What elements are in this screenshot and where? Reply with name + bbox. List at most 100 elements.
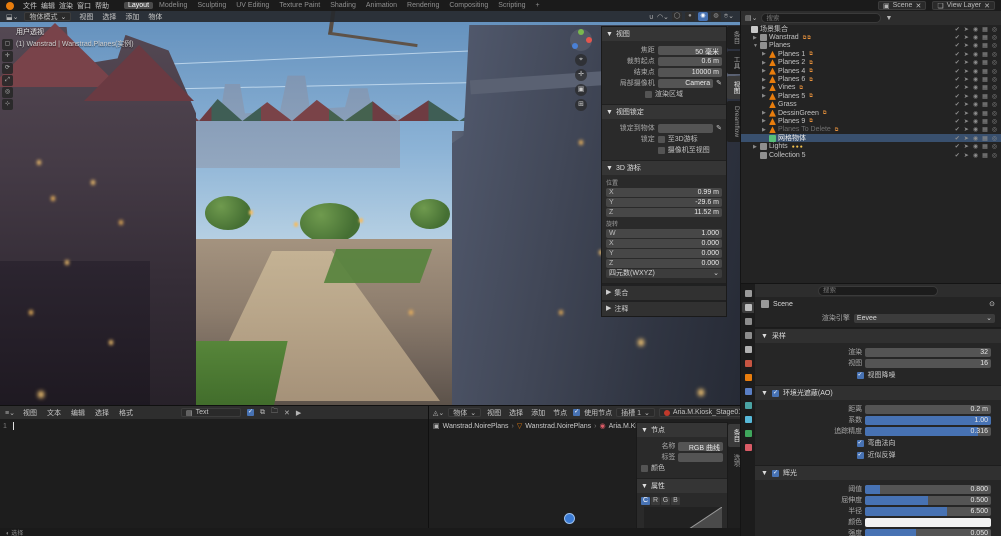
render-engine-dropdown[interactable]: Eevee⌄ bbox=[854, 314, 995, 323]
shader-menu-item[interactable]: 视图 bbox=[485, 408, 503, 418]
outliner-row[interactable]: ▶ Planes 1 ⧉ ✔ ➤ ◉ ▦ ◎ bbox=[741, 50, 1001, 58]
lock-object-picker[interactable] bbox=[658, 124, 713, 133]
node-label-field[interactable] bbox=[678, 453, 723, 462]
tool-button[interactable]: ▢ bbox=[2, 39, 13, 50]
exclude-checkbox-icon[interactable]: ✔ bbox=[955, 110, 960, 117]
shading-rendered-button[interactable]: ◍ bbox=[711, 12, 721, 21]
value-slider[interactable]: 0.500 bbox=[865, 496, 991, 505]
value-slider[interactable]: 0.2 m bbox=[865, 405, 991, 414]
viewport-disable-icon[interactable]: ▦ bbox=[982, 93, 988, 100]
expand-caret[interactable]: ▶ bbox=[753, 144, 760, 150]
viewport-disable-icon[interactable]: ▦ bbox=[982, 143, 988, 150]
text-menu-item[interactable]: 选择 bbox=[93, 408, 111, 418]
render-disable-icon[interactable]: ◎ bbox=[992, 152, 997, 159]
hide-eye-icon[interactable]: ◉ bbox=[973, 84, 978, 91]
workspace-tab[interactable]: + bbox=[532, 2, 544, 9]
selectable-icon[interactable]: ➤ bbox=[964, 101, 969, 108]
outliner-row[interactable]: ▼ Planes ✔ ➤ ◉ ▦ ◎ bbox=[741, 42, 1001, 50]
visibility-toggles[interactable]: ✔ ➤ ◉ ▦ ◎ bbox=[955, 126, 1001, 133]
selectable-icon[interactable]: ➤ bbox=[964, 26, 969, 33]
visibility-toggles[interactable]: ✔ ➤ ◉ ▦ ◎ bbox=[955, 110, 1001, 117]
hide-eye-icon[interactable]: ◉ bbox=[973, 34, 978, 41]
outliner-row[interactable]: ▶ Planes 2 ⧉ ✔ ➤ ◉ ▦ ◎ bbox=[741, 59, 1001, 67]
hide-eye-icon[interactable]: ◉ bbox=[973, 152, 978, 159]
shading-solid-button[interactable]: ● bbox=[685, 12, 695, 21]
viewport-menu-item[interactable]: 添加 bbox=[123, 12, 141, 22]
visibility-toggles[interactable]: ✔ ➤ ◉ ▦ ◎ bbox=[955, 42, 1001, 49]
selectable-icon[interactable]: ➤ bbox=[964, 143, 969, 150]
close-icon[interactable]: ✕ bbox=[984, 2, 990, 10]
axis-y-dot[interactable] bbox=[578, 29, 584, 35]
eyedropper-icon[interactable]: ✎ bbox=[716, 124, 722, 132]
visibility-toggles[interactable]: ✔ ➤ ◉ ▦ ◎ bbox=[955, 76, 1001, 83]
render-disable-icon[interactable]: ◎ bbox=[992, 101, 997, 108]
render-disable-icon[interactable]: ◎ bbox=[992, 126, 997, 133]
visibility-toggles[interactable]: ✔ ➤ ◉ ▦ ◎ bbox=[955, 34, 1001, 41]
view-lock-panel-header[interactable]: ▼ 视图锁定 bbox=[602, 105, 726, 119]
navigation-gizmo[interactable] bbox=[570, 29, 592, 51]
outliner-row[interactable]: ▶ DessinGreen ⧉ ✔ ➤ ◉ ▦ ◎ bbox=[741, 109, 1001, 117]
material-datablock[interactable]: Aria.M.Kiosk_Stage01 ✕ bbox=[659, 408, 740, 417]
editor-type-icon[interactable]: ⬓⌄ bbox=[6, 13, 18, 21]
viewport-disable-icon[interactable]: ▦ bbox=[982, 34, 988, 41]
pin-icon[interactable]: ⊙ bbox=[989, 300, 995, 308]
exclude-checkbox-icon[interactable]: ✔ bbox=[955, 51, 960, 58]
render-disable-icon[interactable]: ◎ bbox=[992, 34, 997, 41]
value-slider[interactable]: 6.500 bbox=[865, 507, 991, 516]
workspace-tab[interactable]: Sculpting bbox=[193, 2, 230, 9]
curve-channel-button[interactable]: G bbox=[661, 497, 670, 505]
hide-eye-icon[interactable]: ◉ bbox=[973, 126, 978, 133]
selectable-icon[interactable]: ➤ bbox=[964, 34, 969, 41]
workspace-tab[interactable]: Texture Paint bbox=[275, 2, 324, 9]
text-menu-item[interactable]: 视图 bbox=[21, 408, 39, 418]
workspace-tab[interactable]: Layout bbox=[124, 2, 153, 9]
curve-channel-button[interactable]: C bbox=[641, 497, 650, 505]
outliner-item-label[interactable]: Planes 2 bbox=[778, 59, 805, 66]
selectable-icon[interactable]: ➤ bbox=[964, 42, 969, 49]
app-menu-item[interactable]: 文件 bbox=[21, 3, 39, 10]
use-nodes-checkbox[interactable] bbox=[573, 409, 580, 416]
render-disable-icon[interactable]: ◎ bbox=[992, 110, 997, 117]
tool-button[interactable]: ✛ bbox=[2, 51, 13, 62]
outliner-row[interactable]: ▶ Planes 5 ⧉ ✔ ➤ ◉ ▦ ◎ bbox=[741, 92, 1001, 100]
hide-eye-icon[interactable]: ◉ bbox=[973, 26, 978, 33]
outliner-search-input[interactable] bbox=[761, 13, 881, 23]
viewport-disable-icon[interactable]: ▦ bbox=[982, 135, 988, 142]
outliner-item-label[interactable]: 场景集合 bbox=[760, 24, 788, 34]
expand-caret[interactable]: ▶ bbox=[762, 51, 769, 57]
render-region-checkbox[interactable] bbox=[645, 91, 652, 98]
selectable-icon[interactable]: ➤ bbox=[964, 51, 969, 58]
selectable-icon[interactable]: ➤ bbox=[964, 84, 969, 91]
ao-panel-header[interactable]: ▼ 环境光遮蔽(AO) bbox=[755, 385, 1001, 400]
outliner-item-label[interactable]: Planes 5 bbox=[778, 93, 805, 100]
expand-caret[interactable]: ▶ bbox=[762, 77, 769, 83]
breadcrumb-data[interactable]: Wanstrad.NoirePlans bbox=[525, 423, 591, 430]
visibility-toggles[interactable]: ✔ ➤ ◉ ▦ ◎ bbox=[955, 118, 1001, 125]
selectable-icon[interactable]: ➤ bbox=[964, 110, 969, 117]
expand-caret[interactable]: ▶ bbox=[762, 93, 769, 99]
snap-magnet-icon[interactable]: ∪ bbox=[649, 13, 654, 21]
value-field[interactable]: 32 bbox=[865, 348, 991, 357]
properties-tab[interactable] bbox=[742, 358, 754, 369]
visibility-toggles[interactable]: ✔ ➤ ◉ ▦ ◎ bbox=[955, 135, 1001, 142]
bloom-panel-header[interactable]: ▼ 辉光 bbox=[755, 465, 1001, 480]
outliner-item-label[interactable]: Grass bbox=[778, 101, 797, 108]
viewport-menu-item[interactable]: 视图 bbox=[77, 12, 95, 22]
selectable-icon[interactable]: ➤ bbox=[964, 152, 969, 159]
expand-caret[interactable]: ▼ bbox=[753, 43, 760, 49]
selectable-icon[interactable]: ➤ bbox=[964, 135, 969, 142]
overlays-icon[interactable]: ⌾⌄ bbox=[724, 12, 734, 21]
hide-eye-icon[interactable]: ◉ bbox=[973, 143, 978, 150]
axis-value-field[interactable]: X0.99 m bbox=[606, 188, 722, 197]
axis-value-field[interactable]: X0.000 bbox=[606, 239, 722, 248]
scene-selector[interactable]: ▣ Scene ✕ bbox=[878, 1, 926, 10]
viewport-disable-icon[interactable]: ▦ bbox=[982, 26, 988, 33]
value-field[interactable]: 10000 m bbox=[658, 68, 722, 77]
hide-eye-icon[interactable]: ◉ bbox=[973, 59, 978, 66]
close-icon[interactable]: ✕ bbox=[915, 2, 921, 10]
bloom-enable-checkbox[interactable] bbox=[772, 470, 779, 477]
axis-value-field[interactable]: Y-29.6 m bbox=[606, 198, 722, 207]
tool-button[interactable]: ⟳ bbox=[2, 63, 13, 74]
axis-z-dot[interactable] bbox=[572, 43, 578, 49]
axis-value-field[interactable]: W1.000 bbox=[606, 229, 722, 238]
